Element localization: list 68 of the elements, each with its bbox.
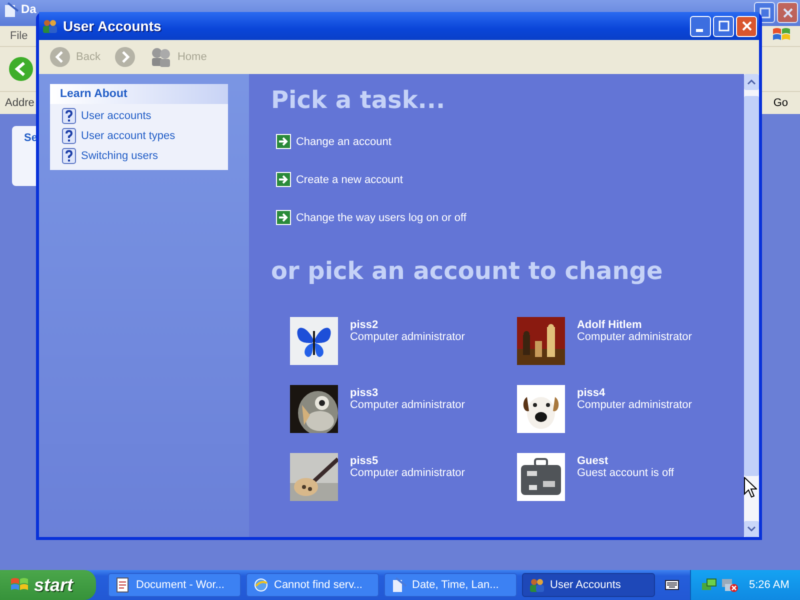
document-icon (115, 577, 131, 593)
account-tile[interactable]: piss3 Computer administrator (290, 385, 517, 433)
menu-item[interactable]: File (10, 30, 28, 42)
account-name: Guest (576, 455, 610, 467)
network-icon[interactable] (701, 577, 717, 593)
address-label: Addre (5, 97, 34, 109)
users-icon (529, 577, 545, 593)
scroll-up-icon[interactable] (746, 79, 756, 85)
account-type: Computer administrator (576, 399, 692, 411)
account-type: Computer administrator (350, 467, 465, 479)
close-icon (740, 19, 754, 33)
account-tile[interactable]: piss5 Computer administrator (290, 453, 517, 501)
account-name: piss2 (350, 319, 380, 331)
back-icon[interactable] (8, 56, 34, 82)
taskbar-button[interactable]: Cannot find serv... (246, 573, 379, 597)
account-name: piss3 (350, 387, 380, 399)
panel-heading: Learn About (50, 84, 228, 104)
help-link[interactable]: Switching users (81, 150, 158, 162)
help-icon (62, 108, 76, 124)
section-heading: Pick a task... (270, 86, 446, 114)
account-tile[interactable]: Adolf Hitlem Computer administrator (516, 317, 744, 365)
clock: 5:26 AM (749, 579, 790, 591)
account-tile[interactable]: piss4 Computer administrator (516, 385, 744, 433)
help-icon (62, 148, 76, 164)
account-type: Computer administrator (350, 331, 465, 343)
account-name: piss4 (576, 387, 606, 399)
taskbar-button[interactable]: User Accounts (522, 573, 655, 597)
scroll-thumb[interactable] (744, 96, 759, 476)
scroll-down-icon[interactable] (746, 526, 756, 532)
cursor-icon (744, 477, 757, 498)
taskbar-button[interactable]: Document - Wor... (108, 573, 241, 597)
arrow-icon (276, 172, 291, 187)
account-name: piss5 (350, 455, 380, 467)
arrow-icon (276, 134, 291, 149)
maximize-button[interactable] (713, 16, 734, 36)
window-title: Da (21, 2, 36, 16)
minimize-icon (696, 28, 703, 32)
account-name: Adolf Hitlem (576, 319, 643, 331)
task-link[interactable]: Change the way users log on or off (296, 212, 466, 224)
task-link[interactable]: Create a new account (296, 174, 403, 186)
network-error-icon[interactable] (721, 577, 739, 593)
account-tile[interactable]: piss2 Computer administrator (290, 317, 517, 365)
panel-icon (391, 577, 407, 593)
account-tile[interactable]: Guest Guest account is off (516, 453, 744, 501)
maximize-icon (716, 19, 730, 33)
section-heading: or pick an account to change (270, 257, 664, 285)
arrow-icon (276, 210, 291, 225)
account-type: Computer administrator (576, 331, 692, 343)
globe-icon (253, 577, 269, 593)
help-link[interactable]: User accounts (81, 110, 152, 122)
maximize-icon (758, 6, 772, 20)
window-title: User Accounts (63, 18, 162, 34)
start-button[interactable]: start (0, 570, 96, 600)
taskbar-button[interactable]: Date, Time, Lan... (384, 573, 517, 597)
task-link[interactable]: Change an account (296, 136, 392, 148)
help-icon (62, 128, 76, 144)
close-icon (780, 6, 794, 20)
users-icon (42, 18, 58, 34)
help-link[interactable]: User account types (81, 130, 176, 142)
account-type: Guest account is off (576, 467, 674, 479)
account-type: Computer administrator (350, 399, 465, 411)
users-icon (150, 46, 172, 68)
scrollbar[interactable] (744, 74, 759, 537)
close-button[interactable] (777, 2, 798, 23)
minimize-button[interactable] (690, 16, 711, 36)
keyboard-icon[interactable] (665, 580, 679, 590)
close-button[interactable] (736, 16, 757, 36)
panel-icon (3, 2, 19, 18)
